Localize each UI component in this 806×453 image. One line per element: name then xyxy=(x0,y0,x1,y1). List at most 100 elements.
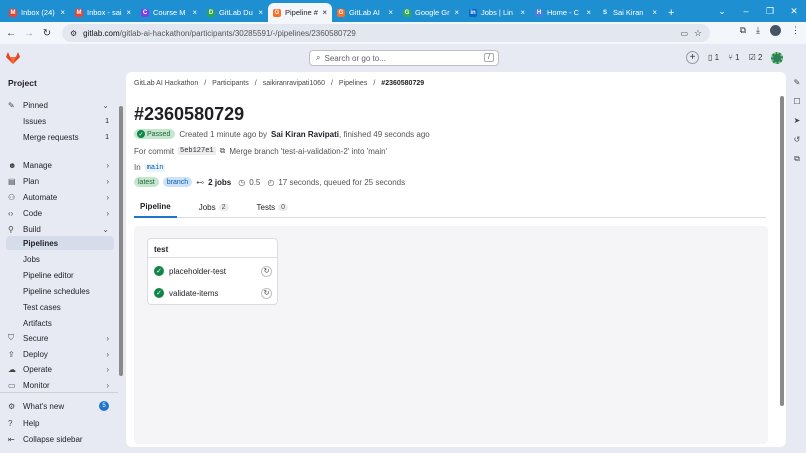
status-badge[interactable]: ✓ Passed xyxy=(134,129,176,139)
sidebar-item-pipelines[interactable]: Pipelines xyxy=(6,236,114,250)
commit-sha-link[interactable]: 5eb127e1 xyxy=(178,147,216,155)
sidebar-help[interactable]: ? Help xyxy=(0,416,115,430)
search-box[interactable]: ⌕ Search or go to... / xyxy=(309,50,499,66)
tab-close-icon[interactable]: × xyxy=(192,8,197,17)
finished-text: , finished 49 seconds ago xyxy=(339,129,430,139)
sidebar-item-deploy[interactable]: ⇪ Deploy › xyxy=(0,347,115,361)
browser-tab[interactable]: G Pipeline # × xyxy=(268,3,332,22)
gitlab-logo-icon[interactable] xyxy=(6,52,20,64)
copy-icon[interactable]: ⧉ xyxy=(220,146,226,156)
sidebar-item-jobs[interactable]: Jobs xyxy=(0,252,115,266)
extensions-icon[interactable]: ⧉ xyxy=(740,25,746,36)
job-item[interactable]: ✓ validate-items ↻ xyxy=(154,285,272,301)
tab-close-icon[interactable]: × xyxy=(60,8,65,17)
browser-tab[interactable]: D GitLab Du × xyxy=(202,3,268,22)
browser-tab[interactable]: M Inbox - sai × xyxy=(70,3,136,22)
sidebar-item-pipeline-schedules[interactable]: Pipeline schedules xyxy=(0,284,115,298)
sidebar-item-merge-requests[interactable]: Merge requests 1 xyxy=(0,130,115,144)
branch-link[interactable]: main xyxy=(144,163,166,172)
merge-requests-indicator[interactable]: ⑂ 1 xyxy=(728,53,739,62)
sidebar-item-manage[interactable]: ☻ Manage › xyxy=(0,158,115,172)
chevron-right-icon: › xyxy=(106,208,109,218)
maximize-button[interactable]: ❐ xyxy=(758,6,782,17)
breadcrumb-item[interactable]: GitLab AI Hackathon xyxy=(134,80,198,87)
sidebar-item-test-cases[interactable]: Test cases xyxy=(0,300,115,314)
browser-tab[interactable]: in Jobs | Lin × xyxy=(464,3,530,22)
history-icon[interactable]: ↺ xyxy=(794,135,801,144)
reload-icon[interactable]: ↻ xyxy=(40,28,54,39)
sidebar-item-label: Operate xyxy=(23,364,52,374)
sidebar-pinned[interactable]: ✎ Pinned ⌄ xyxy=(0,98,115,112)
sidebar-item-issues[interactable]: Issues 1 xyxy=(0,114,115,128)
breadcrumb-item[interactable]: Pipelines xyxy=(339,80,367,87)
tab-close-icon[interactable]: × xyxy=(586,8,591,17)
issues-indicator[interactable]: ▯ 1 xyxy=(708,53,719,62)
search-placeholder: Search or go to... xyxy=(324,53,386,63)
downloads-icon[interactable]: ⤓ xyxy=(756,25,760,36)
profile-icon[interactable] xyxy=(770,25,781,36)
tab-close-icon[interactable]: × xyxy=(520,8,525,17)
sidebar-item-count: 1 xyxy=(105,133,109,141)
new-tab-button[interactable]: + xyxy=(662,3,680,22)
search-shortcut-hint: / xyxy=(484,53,494,62)
sidebar-scrollbar[interactable] xyxy=(118,96,124,386)
compute-minutes: 0.5 xyxy=(249,177,261,187)
tab-pipeline[interactable]: Pipeline xyxy=(134,196,177,218)
sidebar-item-monitor[interactable]: ▭ Monitor › xyxy=(0,378,115,392)
browser-tab[interactable]: G Google Gr × xyxy=(398,3,464,22)
browser-menu-icon[interactable]: ⋮ xyxy=(791,25,800,36)
breadcrumb-item[interactable]: Participants xyxy=(212,80,249,87)
sidebar-item-label: Help xyxy=(23,418,40,428)
bookmark-star-icon[interactable]: ☆ xyxy=(694,28,702,39)
sidebar-item-plan[interactable]: ▤ Plan › xyxy=(0,174,115,188)
create-new-button[interactable]: + xyxy=(686,51,699,64)
copy-panel-icon[interactable]: ⧉ xyxy=(794,154,800,164)
sidebar-item-artifacts[interactable]: Artifacts xyxy=(0,316,115,330)
job-item[interactable]: ✓ placeholder-test ↻ xyxy=(154,263,272,279)
browser-tab[interactable]: S Sai Kiran × xyxy=(596,3,662,22)
edit-icon[interactable]: ✎ xyxy=(794,78,801,87)
sidebar-item-operate[interactable]: ☁ Operate › xyxy=(0,362,115,376)
todo-indicator[interactable]: ☑ 2 xyxy=(749,53,763,62)
user-avatar[interactable] xyxy=(771,51,784,64)
tab-close-icon[interactable]: × xyxy=(652,8,657,17)
send-icon[interactable]: ➤ xyxy=(794,116,801,125)
sidebar-item-secure[interactable]: ⛉ Secure › xyxy=(0,331,115,345)
sidebar-heading: Project xyxy=(8,78,37,88)
tab-close-icon[interactable]: × xyxy=(388,8,393,17)
install-app-icon[interactable]: ▭ xyxy=(680,29,688,38)
retry-icon[interactable]: ↻ xyxy=(261,265,272,277)
sidebar-item-build[interactable]: ⚲ Build ⌄ xyxy=(0,222,115,236)
back-icon[interactable]: ← xyxy=(4,28,18,39)
retry-icon[interactable]: ↻ xyxy=(261,287,272,299)
browser-tab[interactable]: G GitLab AI × xyxy=(332,3,398,22)
tab-close-icon[interactable]: × xyxy=(454,8,459,17)
tab-close-icon[interactable]: × xyxy=(322,8,327,17)
forward-icon[interactable]: → xyxy=(22,28,36,39)
tab-jobs[interactable]: Jobs 2 xyxy=(193,196,235,218)
minimize-button[interactable]: – xyxy=(734,6,758,16)
close-window-button[interactable]: ✕ xyxy=(782,6,806,17)
main-scrollbar[interactable] xyxy=(780,96,784,406)
breadcrumb-item[interactable]: saikiranravipati1060 xyxy=(263,80,325,87)
sidebar-item-code[interactable]: ‹› Code › xyxy=(0,206,115,220)
url-field[interactable]: ⚙ gitlab.com/gitlab-ai-hackathon/partici… xyxy=(62,24,710,42)
browser-tab[interactable]: C Course M × xyxy=(136,3,202,22)
tab-search-icon[interactable]: ⌄ xyxy=(710,6,734,17)
sidebar-whats-new[interactable]: ⚙ What's new 5 xyxy=(0,399,115,413)
tab-close-icon[interactable]: × xyxy=(258,8,263,17)
sidebar-scroll-thumb[interactable] xyxy=(119,106,123,376)
tab-close-icon[interactable]: × xyxy=(126,8,131,17)
sidebar-collapse[interactable]: ⇤ Collapse sidebar xyxy=(0,432,115,446)
chat-icon[interactable]: ☐ xyxy=(793,97,800,106)
author-link[interactable]: Sai Kiran Ravipati xyxy=(271,130,339,139)
site-info-icon[interactable]: ⚙ xyxy=(70,29,77,38)
sidebar-item-label: Automate xyxy=(23,192,58,202)
pin-icon: ✎ xyxy=(8,100,15,110)
browser-tab[interactable]: M Inbox (24) × xyxy=(4,3,70,22)
browser-tab[interactable]: H Home - C × xyxy=(530,3,596,22)
tab-tests[interactable]: Tests 0 xyxy=(251,196,295,218)
sidebar-item-automate[interactable]: ⚇ Automate › xyxy=(0,190,115,204)
sidebar-item-pipeline-editor[interactable]: Pipeline editor xyxy=(0,268,115,282)
chevron-down-icon: ⌄ xyxy=(102,100,109,110)
